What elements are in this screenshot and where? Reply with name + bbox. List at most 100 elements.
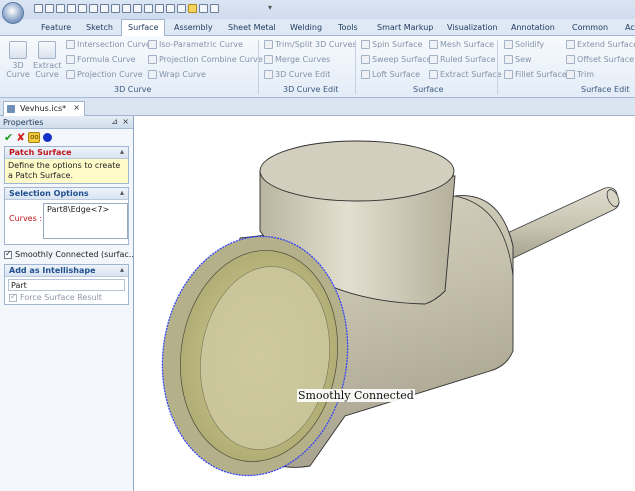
- open-icon[interactable]: [45, 4, 54, 13]
- import-icon[interactable]: [78, 4, 87, 13]
- iso-parametric-curve-button[interactable]: Iso-Parametric Curve: [148, 40, 243, 49]
- intersection-curve-button[interactable]: Intersection Curve: [66, 40, 151, 49]
- save-icon[interactable]: [89, 4, 98, 13]
- catalog-icon[interactable]: [122, 4, 131, 13]
- customize-qat-icon[interactable]: ▾: [268, 3, 272, 12]
- spin-surface-button[interactable]: Spin Surface: [361, 40, 422, 49]
- 3d-viewport[interactable]: Smoothly Connected: [135, 116, 635, 491]
- curves-list[interactable]: Part8\Edge<7>: [43, 203, 128, 239]
- extract-curve-button[interactable]: Extract Curve: [33, 41, 62, 79]
- ok-check-icon[interactable]: ✔: [4, 131, 13, 144]
- extend-surface-icon: [566, 40, 575, 49]
- paint-icon[interactable]: [166, 4, 175, 13]
- tools-icon[interactable]: [100, 4, 109, 13]
- tab-sheet-metal[interactable]: Sheet Metal: [228, 21, 276, 34]
- close-panel-icon[interactable]: ×: [122, 117, 129, 126]
- projection-curve-button[interactable]: Projection Curve: [66, 70, 143, 79]
- redo-icon[interactable]: [155, 4, 164, 13]
- tab-welding[interactable]: Welding: [290, 21, 322, 34]
- group-label-surface: Surface: [413, 85, 444, 94]
- preview-glasses-icon[interactable]: oo: [28, 132, 41, 143]
- tab-overflow[interactable]: Ac: [625, 21, 635, 34]
- group-label-3d-curve-edit: 3D Curve Edit: [283, 85, 339, 94]
- curves-list-item[interactable]: Part8\Edge<7>: [47, 205, 109, 214]
- iso-parametric-curve-icon: [148, 40, 157, 49]
- tab-smart-markup[interactable]: Smart Markup: [377, 21, 433, 34]
- grid-icon[interactable]: [199, 4, 208, 13]
- curves-label: Curves :: [9, 214, 43, 223]
- trim-split-curves-button[interactable]: Trim/Split 3D Curves: [264, 40, 357, 49]
- mesh-surface-button[interactable]: Mesh Surface: [429, 40, 494, 49]
- extend-surface-button[interactable]: Extend Surface: [566, 40, 635, 49]
- pin-icon[interactable]: ⊿: [111, 117, 118, 126]
- close-doc-icon[interactable]: [56, 4, 65, 13]
- cancel-x-icon[interactable]: ✘: [16, 131, 25, 144]
- apply-dot-icon[interactable]: [43, 133, 53, 142]
- patch-surface-title[interactable]: Patch Surface ▴: [5, 147, 128, 159]
- solidify-button[interactable]: Solidify: [504, 40, 544, 49]
- tab-sketch[interactable]: Sketch: [86, 21, 113, 34]
- patch-surface-description: Define the options to create a Patch Sur…: [5, 159, 128, 183]
- print-icon[interactable]: [67, 4, 76, 13]
- intellishape-title[interactable]: Add as Intellishape ▴: [5, 265, 128, 277]
- sew-button[interactable]: Sew: [504, 55, 532, 64]
- smart-select-icon[interactable]: [188, 4, 197, 13]
- tab-visualization[interactable]: Visualization: [447, 21, 498, 34]
- cut-icon[interactable]: [133, 4, 142, 13]
- undo-icon[interactable]: [144, 4, 153, 13]
- offset-surface-button[interactable]: Offset Surface: [566, 55, 634, 64]
- trim-button[interactable]: Trim: [566, 70, 594, 79]
- collapse-caret-icon[interactable]: ▴: [120, 188, 124, 197]
- fillet-surface-button[interactable]: Fillet Surface: [504, 70, 567, 79]
- formula-curve-button[interactable]: Formula Curve: [66, 55, 136, 64]
- tab-feature[interactable]: Feature: [41, 21, 71, 34]
- spin-surface-icon: [361, 40, 370, 49]
- tab-common[interactable]: Common: [572, 21, 608, 34]
- app-menu-button[interactable]: [2, 2, 24, 24]
- tab-surface[interactable]: Surface: [121, 19, 166, 37]
- new-icon[interactable]: [34, 4, 43, 13]
- document-tab-label: Vevhus.ics*: [20, 104, 67, 113]
- intersection-curve-icon: [66, 40, 75, 49]
- collapse-caret-icon[interactable]: ▴: [120, 265, 124, 274]
- document-tab[interactable]: Vevhus.ics* ×: [3, 101, 85, 116]
- group-divider: [497, 40, 498, 94]
- scene-icon[interactable]: [111, 4, 120, 13]
- force-surface-row: Force Surface Result: [5, 291, 128, 304]
- group-divider: [355, 40, 356, 94]
- smoothly-connected-row[interactable]: Smoothly Connected (surfac...: [0, 248, 133, 261]
- loft-surface-button[interactable]: Loft Surface: [361, 70, 420, 79]
- properties-panel: Properties ⊿ × ✔ ✘ oo Patch Surface ▴ De…: [0, 116, 134, 491]
- extract-surface-icon: [429, 70, 438, 79]
- 3d-curve-button[interactable]: 3D Curve: [4, 41, 32, 79]
- wrap-curve-icon: [148, 70, 157, 79]
- selection-options-section: Selection Options ▴ Curves : Part8\Edge<…: [4, 187, 129, 245]
- model-render: [161, 140, 620, 477]
- close-document-icon[interactable]: ×: [73, 103, 80, 112]
- collapse-caret-icon[interactable]: ▴: [120, 147, 124, 156]
- sweep-surface-icon: [361, 55, 370, 64]
- panel-actions: ✔ ✘ oo: [0, 129, 133, 146]
- quick-access-toolbar: ▾: [0, 0, 635, 19]
- smoothly-connected-checkbox[interactable]: [4, 249, 12, 259]
- ruled-surface-button[interactable]: Ruled Surface: [429, 55, 496, 64]
- curves-selector: Curves : Part8\Edge<7>: [5, 200, 128, 244]
- sweep-surface-button[interactable]: Sweep Surface: [361, 55, 432, 64]
- group-label-3d-curve: 3D Curve: [114, 85, 152, 94]
- merge-curves-button[interactable]: Merge Curves: [264, 55, 330, 64]
- tab-annotation[interactable]: Annotation: [511, 21, 555, 34]
- projection-combine-curve-button[interactable]: Projection Combine Curve: [148, 55, 263, 64]
- window-icon[interactable]: [210, 4, 219, 13]
- loft-surface-icon: [361, 70, 370, 79]
- extract-surface-button[interactable]: Extract Surface: [429, 70, 502, 79]
- 3d-curve-edit-button[interactable]: 3D Curve Edit: [264, 70, 330, 79]
- extract-curve-icon: [38, 41, 56, 59]
- properties-header: Properties ⊿ ×: [0, 116, 133, 129]
- selection-options-title[interactable]: Selection Options ▴: [5, 188, 128, 200]
- part-field[interactable]: Part: [8, 279, 125, 291]
- group-divider: [258, 40, 259, 94]
- tab-assembly[interactable]: Assembly: [174, 21, 213, 34]
- tab-tools[interactable]: Tools: [338, 21, 358, 34]
- wrap-curve-button[interactable]: Wrap Curve: [148, 70, 206, 79]
- render-icon[interactable]: [177, 4, 186, 13]
